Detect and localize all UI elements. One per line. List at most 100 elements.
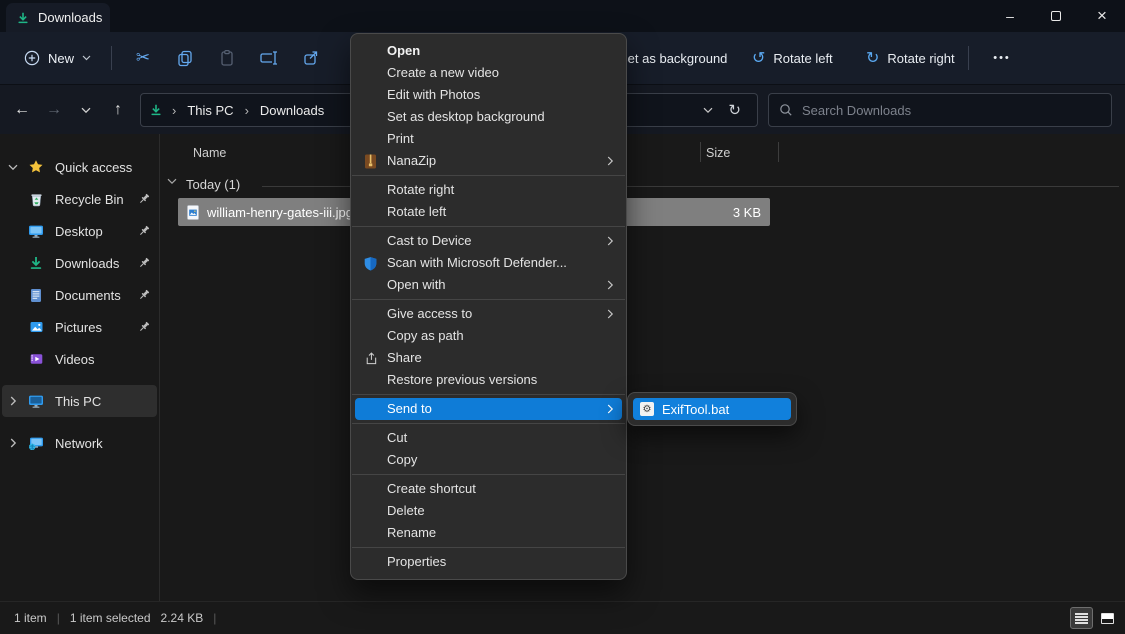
breadcrumb-downloads[interactable]: Downloads: [258, 101, 326, 120]
chevron-right-icon: [2, 396, 24, 406]
desktop-icon: [24, 224, 48, 239]
sidebar-item-label: Network: [55, 436, 103, 451]
recycle-bin-icon: [24, 192, 48, 207]
menu-item-print[interactable]: Print: [351, 128, 626, 150]
menu-item-open-with[interactable]: Open with: [351, 274, 626, 296]
back-button[interactable]: ←: [6, 94, 38, 126]
column-header-name[interactable]: Name: [193, 146, 226, 160]
menu-item-give-access-to[interactable]: Give access to: [351, 303, 626, 325]
column-divider[interactable]: [700, 142, 701, 162]
maximize-button[interactable]: [1033, 0, 1079, 32]
share-button[interactable]: [290, 40, 332, 76]
menu-item-share[interactable]: Share: [351, 347, 626, 369]
menu-item-nanazip[interactable]: NanaZip: [351, 150, 626, 172]
defender-shield-icon: [362, 255, 378, 271]
menu-separator: [352, 394, 625, 395]
sidebar-item-pictures[interactable]: Pictures: [2, 311, 157, 343]
menu-separator: [352, 547, 625, 548]
menu-item-rotate-right[interactable]: Rotate right: [351, 179, 626, 201]
close-button[interactable]: ×: [1079, 0, 1125, 32]
menu-item-cut[interactable]: Cut: [351, 427, 626, 449]
set-as-background-button[interactable]: Set as background: [619, 32, 727, 84]
chevron-right-icon: [2, 438, 24, 448]
menu-item-set-as-desktop-background[interactable]: Set as desktop background: [351, 106, 626, 128]
submenu-item-label: ExifTool.bat: [662, 402, 729, 417]
rotate-left-button[interactable]: ↺ Rotate left: [752, 32, 833, 84]
downloads-icon: [24, 255, 48, 271]
item-count: 1 item: [14, 611, 47, 625]
forward-button[interactable]: →: [38, 94, 70, 126]
sidebar-item-videos[interactable]: Videos: [2, 343, 157, 375]
sidebar-item-label: This PC: [55, 394, 101, 409]
sidebar-item-downloads[interactable]: Downloads: [2, 247, 157, 279]
column-header-size[interactable]: Size: [706, 146, 730, 160]
menu-item-delete[interactable]: Delete: [351, 500, 626, 522]
menu-item-rename[interactable]: Rename: [351, 522, 626, 544]
menu-item-properties[interactable]: Properties: [351, 551, 626, 573]
search-box[interactable]: [768, 93, 1112, 127]
see-more-button[interactable]: •••: [984, 46, 1020, 70]
sidebar-item-desktop[interactable]: Desktop: [2, 215, 157, 247]
menu-item-rotate-left[interactable]: Rotate left: [351, 201, 626, 223]
sidebar-item-label: Documents: [55, 288, 121, 303]
pin-icon: [138, 257, 150, 269]
downloads-icon: [149, 103, 163, 117]
new-button[interactable]: New: [14, 44, 101, 72]
menu-item-copy[interactable]: Copy: [351, 449, 626, 471]
rotate-right-button[interactable]: ↻ Rotate right: [866, 32, 955, 84]
group-header-today[interactable]: Today (1): [161, 174, 1125, 196]
cut-button[interactable]: ✂: [122, 40, 164, 76]
menu-separator: [352, 226, 625, 227]
minimize-button[interactable]: –: [987, 0, 1033, 32]
menu-item-cast-to-device[interactable]: Cast to Device: [351, 230, 626, 252]
chevron-down-icon[interactable]: [167, 178, 177, 185]
details-view-button[interactable]: [1070, 607, 1093, 629]
send-to-submenu: ⚙ ExifTool.bat: [627, 392, 797, 426]
copy-button[interactable]: [164, 40, 206, 76]
menu-item-edit-with-photos[interactable]: Edit with Photos: [351, 84, 626, 106]
sidebar-item-label: Videos: [55, 352, 95, 367]
thumbnail-view-button[interactable]: [1096, 607, 1119, 629]
navigation-pane: Quick access Recycle Bin Desktop Downloa…: [0, 134, 160, 601]
toolbar-divider: [111, 46, 112, 70]
pin-icon: [138, 321, 150, 333]
rename-icon: [259, 50, 279, 66]
column-divider[interactable]: [778, 142, 779, 162]
submenu-item-exiftool[interactable]: ⚙ ExifTool.bat: [633, 398, 791, 420]
sidebar-item-recycle-bin[interactable]: Recycle Bin: [2, 183, 157, 215]
sidebar-item-label: Quick access: [55, 160, 132, 175]
address-dropdown-icon[interactable]: [703, 107, 713, 114]
menu-item-create-a-new-video[interactable]: Create a new video: [351, 62, 626, 84]
explorer-tab[interactable]: Downloads: [6, 3, 110, 32]
refresh-button[interactable]: ↻: [720, 101, 749, 119]
submenu-arrow-icon: [607, 236, 614, 246]
menu-item-copy-as-path[interactable]: Copy as path: [351, 325, 626, 347]
menu-item-scan-with-microsoft-defender[interactable]: Scan with Microsoft Defender...: [351, 252, 626, 274]
search-input[interactable]: [802, 103, 1101, 118]
paste-button[interactable]: [206, 40, 248, 76]
breadcrumb-this-pc[interactable]: This PC: [185, 101, 235, 120]
pin-icon: [138, 289, 150, 301]
sidebar-item-quick-access[interactable]: Quick access: [2, 151, 157, 183]
sidebar-item-label: Recycle Bin: [55, 192, 124, 207]
status-divider: |: [213, 611, 216, 625]
back-icon: ←: [14, 101, 30, 119]
title-bar: Downloads – ×: [0, 0, 1125, 32]
ellipsis-icon: •••: [993, 52, 1011, 64]
menu-item-open[interactable]: Open: [351, 40, 626, 62]
share-icon: [302, 49, 320, 67]
new-button-label: New: [48, 51, 74, 66]
menu-item-restore-previous-versions[interactable]: Restore previous versions: [351, 369, 626, 391]
chevron-down-icon: [2, 164, 24, 171]
sidebar-item-documents[interactable]: Documents: [2, 279, 157, 311]
menu-item-send-to[interactable]: Send to: [355, 398, 622, 420]
recent-locations-button[interactable]: [70, 94, 102, 126]
sidebar-item-network[interactable]: Network: [2, 427, 157, 459]
maximize-icon: [1051, 11, 1061, 21]
rename-button[interactable]: [248, 40, 290, 76]
status-bar: 1 item | 1 item selected 2.24 KB |: [0, 601, 1125, 634]
network-icon: [24, 436, 48, 451]
menu-item-create-shortcut[interactable]: Create shortcut: [351, 478, 626, 500]
up-button[interactable]: ↑: [102, 94, 134, 126]
sidebar-item-this-pc[interactable]: This PC: [2, 385, 157, 417]
